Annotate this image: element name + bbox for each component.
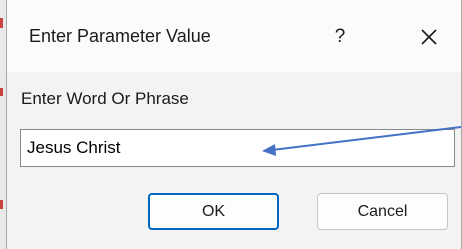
- dialog-titlebar: Enter Parameter Value ?: [7, 0, 461, 72]
- dialog-title: Enter Parameter Value: [29, 26, 211, 46]
- parameter-value-input[interactable]: [20, 129, 455, 167]
- background-red-mark: [0, 88, 3, 96]
- close-icon: [421, 29, 437, 45]
- background-red-mark: [0, 18, 3, 28]
- parameter-dialog: Enter Parameter Value ? Enter Word Or Ph…: [6, 0, 462, 249]
- close-button[interactable]: [409, 17, 449, 57]
- ok-button[interactable]: OK: [148, 193, 279, 230]
- prompt-label: Enter Word Or Phrase: [21, 89, 189, 108]
- background-red-mark: [0, 200, 3, 209]
- help-button[interactable]: ?: [323, 22, 357, 52]
- cancel-button[interactable]: Cancel: [317, 193, 448, 230]
